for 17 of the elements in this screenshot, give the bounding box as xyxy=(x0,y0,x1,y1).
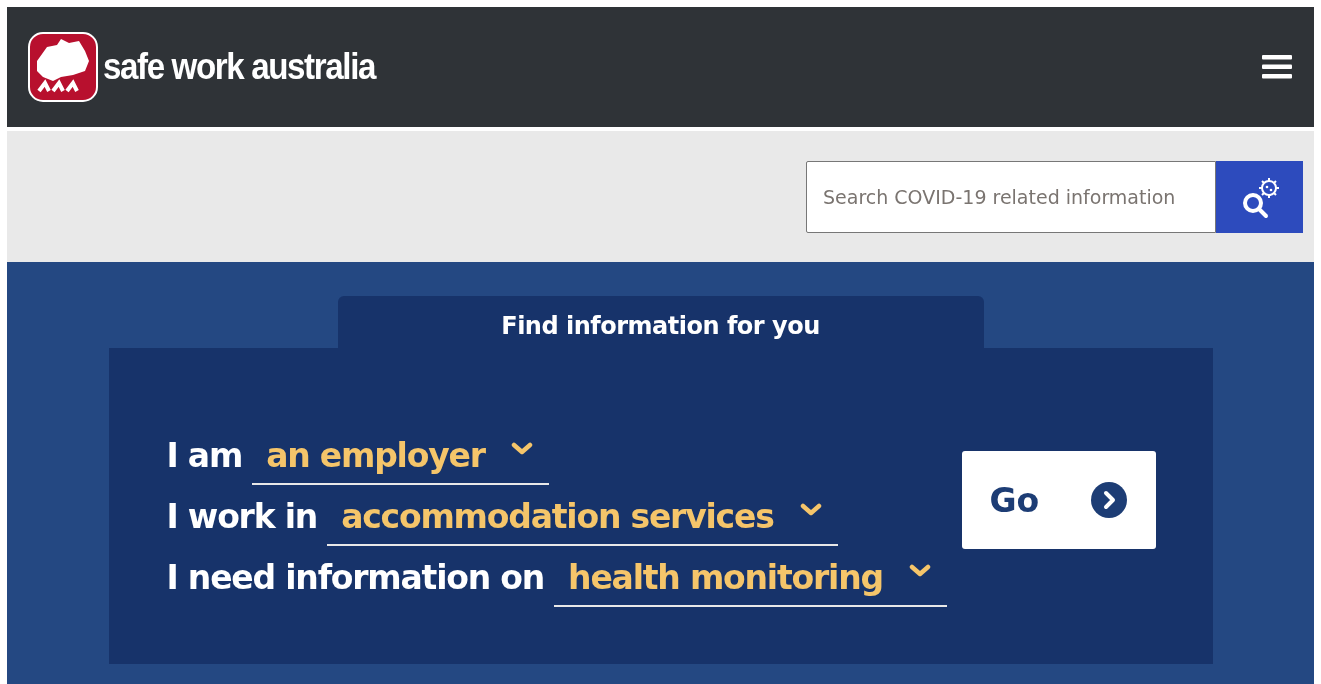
go-button[interactable]: Go xyxy=(961,451,1156,549)
menu-icon[interactable] xyxy=(1262,55,1292,79)
caret-icon xyxy=(510,441,533,456)
dropdown[interactable]: accommodation services xyxy=(327,496,838,546)
logo-text[interactable]: safe work australia xyxy=(103,46,375,88)
dropdown[interactable]: an employer xyxy=(252,435,549,485)
caret-icon xyxy=(908,563,931,578)
dropdown[interactable]: health monitoring xyxy=(554,557,947,607)
row-label: I am xyxy=(166,435,243,477)
chevron-circle-icon xyxy=(1089,481,1128,519)
caret-icon xyxy=(799,502,822,517)
search-field[interactable]: Search COVID-19 related information xyxy=(806,160,1216,233)
logo-icon[interactable] xyxy=(27,31,99,103)
row-label: I work in xyxy=(166,496,318,538)
row-label: I need information on xyxy=(166,557,545,599)
search-button[interactable] xyxy=(1216,160,1303,233)
panel-title: Find information for you xyxy=(501,312,820,340)
